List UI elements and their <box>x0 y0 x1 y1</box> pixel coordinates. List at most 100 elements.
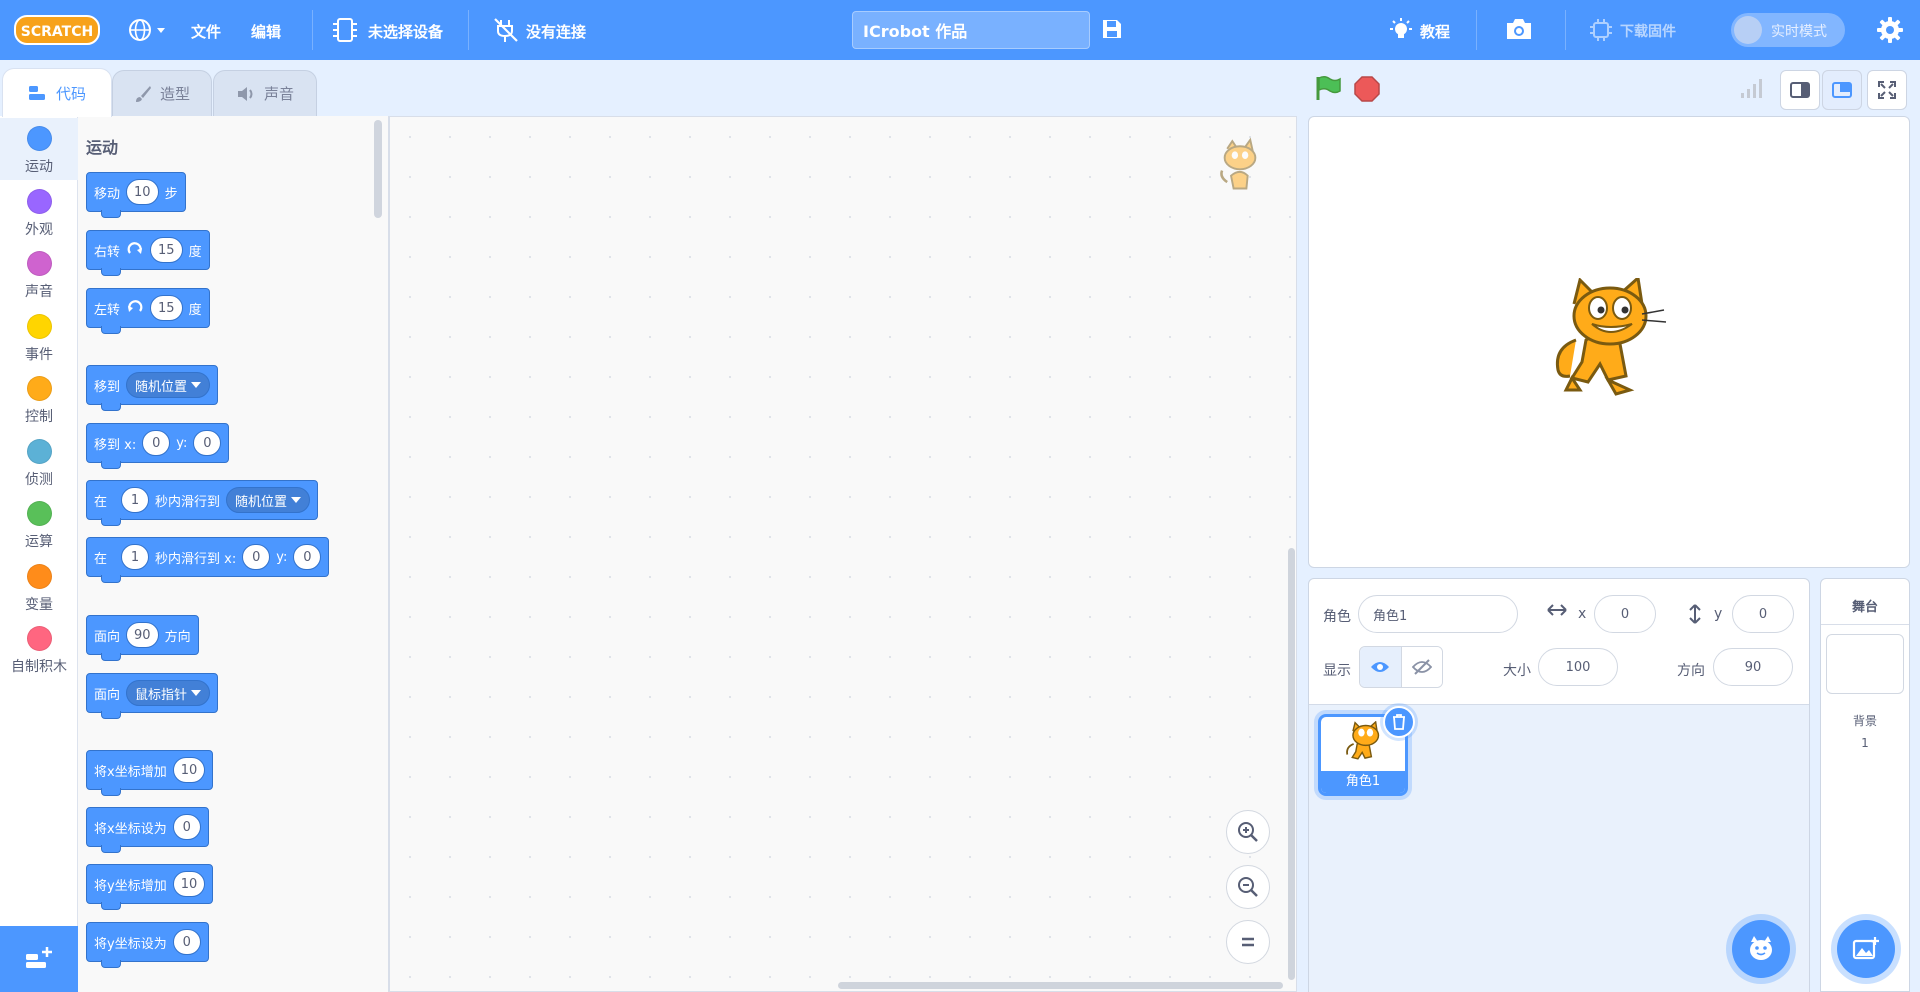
block-number-input[interactable]: 1 <box>121 487 150 513</box>
category-color-dot <box>26 501 52 526</box>
workspace-horizontal-scrollbar[interactable] <box>838 982 1283 989</box>
category-label: 控制 <box>25 409 53 425</box>
camera-icon[interactable] <box>1505 17 1533 45</box>
workspace-vertical-scrollbar[interactable] <box>1288 548 1295 980</box>
choose-backdrop-button[interactable] <box>1837 920 1895 978</box>
scratch-logo[interactable]: SCRATCH <box>14 14 100 46</box>
fullscreen-button[interactable] <box>1867 70 1907 110</box>
choose-sprite-button[interactable] <box>1732 920 1790 978</box>
connection-status[interactable]: 没有连接 <box>526 21 586 42</box>
tab-costumes[interactable]: 造型 <box>112 70 212 116</box>
stage-selector-title: 舞台 <box>1851 600 1878 615</box>
block-glide-to-xy[interactable]: 在 1 秒内滑行到 x: 0 y: 0 <box>86 537 330 583</box>
category-label: 侦测 <box>25 471 53 488</box>
green-flag-icon <box>1316 75 1341 100</box>
category-item[interactable]: 侦测 <box>0 431 78 493</box>
zoom-reset-button[interactable] <box>1226 920 1270 964</box>
block-point-towards[interactable]: 面向 鼠标指针 <box>86 673 219 719</box>
zoom-in-button[interactable] <box>1226 810 1270 854</box>
signal-bars-icon <box>1739 76 1763 104</box>
category-item[interactable]: 运算 <box>0 493 78 555</box>
script-workspace[interactable] <box>389 116 1297 992</box>
hide-sprite-button[interactable] <box>1401 647 1442 687</box>
category-item[interactable]: 声音 <box>0 243 78 305</box>
block-text: 度 <box>188 302 202 318</box>
category-item[interactable]: 事件 <box>0 306 78 368</box>
tab-code[interactable]: 代码 <box>2 68 112 117</box>
block-number-input[interactable]: 10 <box>172 757 206 783</box>
block-number-input[interactable]: 0 <box>142 430 171 456</box>
block-number-input[interactable]: 15 <box>150 237 183 263</box>
device-select[interactable]: 未选择设备 <box>368 21 443 42</box>
block-glide-to[interactable]: 在 1 秒内滑行到 随机位置 <box>86 480 319 526</box>
direction-label: 方向 <box>1677 663 1705 679</box>
category-label: 运算 <box>25 534 53 550</box>
download-firmware-button[interactable]: 下载固件 <box>1620 21 1676 41</box>
block-number-input[interactable]: 10 <box>126 179 159 205</box>
block-number-input[interactable]: 0 <box>293 544 322 570</box>
size-input[interactable] <box>1538 648 1618 686</box>
block-set-x[interactable]: 将x坐标设为 0 <box>86 807 209 853</box>
tutorials-button[interactable]: 教程 <box>1420 21 1450 42</box>
block-change-y[interactable]: 将y坐标增加 10 <box>86 864 214 910</box>
block-number-input[interactable]: 15 <box>150 295 183 321</box>
block-number-input[interactable]: 10 <box>172 871 206 897</box>
block-number-input[interactable]: 1 <box>121 544 150 570</box>
block-turn-right[interactable]: 右转 15 度 <box>86 230 210 276</box>
menu-file[interactable]: 文件 <box>191 21 221 42</box>
block-dropdown[interactable]: 随机位置 <box>126 372 211 398</box>
block-text: 移到 x: <box>94 437 137 453</box>
zoom-out-button[interactable] <box>1226 865 1270 909</box>
delete-sprite-button[interactable] <box>1383 706 1415 738</box>
category-item[interactable]: 运动 <box>0 118 78 180</box>
block-go-to[interactable]: 移到 随机位置 <box>86 365 219 411</box>
menu-edit[interactable]: 编辑 <box>251 21 281 42</box>
menu-divider <box>468 10 469 50</box>
category-item[interactable]: 控制 <box>0 368 78 430</box>
add-extension-icon <box>26 947 52 968</box>
add-extension-button[interactable] <box>0 926 78 992</box>
block-number-input[interactable]: 0 <box>242 544 271 570</box>
block-move-steps[interactable]: 移动 10 步 <box>86 172 186 218</box>
category-label: 声音 <box>25 284 53 300</box>
green-flag-button[interactable] <box>1314 74 1342 106</box>
sprite-name-input[interactable] <box>1358 595 1518 633</box>
block-dropdown[interactable]: 鼠标指针 <box>126 680 211 706</box>
save-icon[interactable] <box>1100 17 1124 45</box>
block-set-y[interactable]: 将y坐标设为 0 <box>86 922 209 968</box>
y-position-input[interactable] <box>1732 595 1794 633</box>
large-stage-icon <box>1832 82 1852 98</box>
cat-sprite[interactable] <box>1546 275 1670 412</box>
language-menu[interactable] <box>128 17 170 47</box>
stop-button[interactable] <box>1354 76 1380 106</box>
block-change-x[interactable]: 将x坐标增加 10 <box>86 750 214 796</box>
block-text: 左转 <box>94 302 121 318</box>
tab-sounds[interactable]: 声音 <box>213 70 317 116</box>
block-text: 在 <box>94 494 108 510</box>
small-stage-icon <box>1790 82 1810 98</box>
small-stage-button[interactable] <box>1780 70 1820 110</box>
palette-scrollbar[interactable] <box>374 120 382 218</box>
block-number-input[interactable]: 0 <box>193 430 222 456</box>
block-text: 在 <box>94 551 108 567</box>
block-number-input[interactable]: 0 <box>172 814 201 840</box>
settings-gear-icon[interactable] <box>1876 16 1904 48</box>
block-number-input[interactable]: 0 <box>172 929 201 955</box>
show-sprite-button[interactable] <box>1360 647 1402 687</box>
block-turn-left[interactable]: 左转 15 度 <box>86 288 210 334</box>
x-position-input[interactable] <box>1594 595 1656 633</box>
realtime-mode-toggle[interactable]: 实时模式 <box>1731 13 1845 47</box>
category-item[interactable]: 外观 <box>0 181 78 243</box>
category-color-dot <box>26 626 52 651</box>
block-go-to-xy[interactable]: 移到 x: 0 y: 0 <box>86 423 230 469</box>
direction-input[interactable] <box>1713 648 1793 686</box>
category-item[interactable]: 自制积木 <box>0 618 78 680</box>
menu-divider <box>1565 10 1566 50</box>
large-stage-button[interactable] <box>1822 70 1862 110</box>
block-dropdown[interactable]: 随机位置 <box>226 487 311 513</box>
backdrop-thumbnail[interactable] <box>1826 634 1904 694</box>
category-item[interactable]: 变量 <box>0 556 78 618</box>
project-title-input[interactable] <box>852 11 1090 49</box>
block-point-in-direction[interactable]: 面向 90 方向 <box>86 615 199 661</box>
block-number-input[interactable]: 90 <box>126 622 159 648</box>
